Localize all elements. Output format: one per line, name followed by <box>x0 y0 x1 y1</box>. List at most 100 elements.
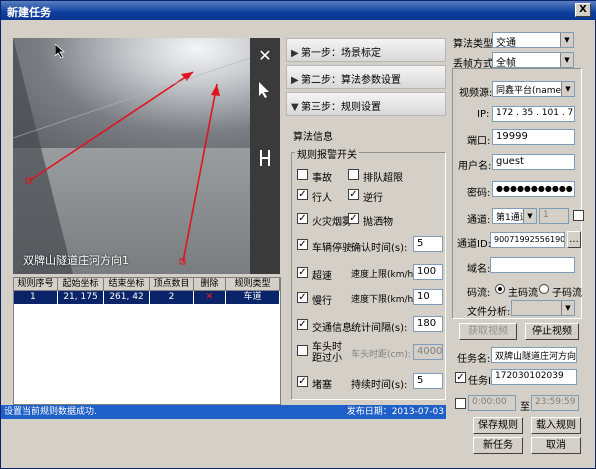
task-id-checkbox[interactable]: ✓ <box>455 372 466 383</box>
stat-interval-input[interactable]: 180 <box>413 316 443 332</box>
col-rule-no[interactable]: 规则序号 <box>14 278 58 290</box>
rule-arrow-head <box>211 84 220 96</box>
save-rule-button[interactable]: 保存规则 <box>473 417 523 434</box>
checkbox-traffic-info[interactable]: ✓ <box>297 319 308 330</box>
task-id-input[interactable]: 172030102039 <box>491 369 577 385</box>
time-range-checkbox[interactable] <box>455 398 466 409</box>
checkbox-stopped-vehicle[interactable]: ✓ <box>297 239 308 250</box>
channel-id-label: 通道ID: <box>457 239 492 250</box>
checkbox-debris[interactable]: ✓ <box>348 213 359 224</box>
password-label: 密码: <box>467 188 491 199</box>
speed-max-input[interactable]: 100 <box>413 264 443 280</box>
col-rule-type[interactable]: 规则类型 <box>226 278 280 290</box>
step-2[interactable]: ▶ 第二步：算法参数设置 <box>286 65 446 89</box>
time-start-input[interactable]: 0:00:00 <box>468 395 516 411</box>
username-input[interactable]: guest <box>492 154 575 170</box>
alarm-group-title: 规则报警开关 <box>295 146 359 161</box>
release-date: 发布日期：2013-07-03 <box>346 407 444 417</box>
step-1-label: 第一步：场景标定 <box>301 48 381 59</box>
select-pointer-icon[interactable] <box>255 80 275 100</box>
collapse-arrow-icon: ▼ <box>291 102 299 113</box>
speed-min-input[interactable]: 10 <box>413 289 443 305</box>
cell-vertex-count: 2 <box>150 291 194 304</box>
col-start[interactable]: 起始坐标 <box>58 278 104 290</box>
load-rule-button[interactable]: 载入规则 <box>531 417 581 434</box>
channel-number-input[interactable]: 1 <box>539 208 569 224</box>
checkbox-headway[interactable] <box>297 345 308 356</box>
checkbox-wrongway[interactable]: ✓ <box>348 189 359 200</box>
password-input[interactable]: ●●●●●●●●●●● <box>492 181 575 197</box>
expand-arrow-icon: ▶ <box>291 48 299 59</box>
label-congestion: 堵塞 <box>312 380 332 391</box>
new-task-button[interactable]: 新任务 <box>473 437 523 454</box>
label-fire-smoke: 火灾烟雾 <box>312 217 352 228</box>
cancel-button[interactable]: 取消 <box>531 437 581 454</box>
delete-row-icon[interactable]: ✕ <box>194 291 226 304</box>
video-preview[interactable]: 双牌山隧道庄河方向1 <box>13 38 250 274</box>
task-name-label: 任务名: <box>457 354 491 365</box>
table-header: 规则序号 起始坐标 结束坐标 顶点数目 删除 规则类型 <box>14 278 280 291</box>
domain-input[interactable] <box>490 257 575 273</box>
label-accident: 事故 <box>312 173 332 184</box>
step-3-label: 第三步：规则设置 <box>301 102 381 113</box>
time-end-input[interactable]: 23:59:59 <box>531 395 579 411</box>
checkbox-queue[interactable] <box>348 169 359 180</box>
dropdown-arrow-icon: ▼ <box>561 301 574 315</box>
browse-button[interactable]: ... <box>567 231 581 248</box>
col-vertex-count[interactable]: 顶点数目 <box>150 278 194 290</box>
channel-checkbox[interactable] <box>573 210 584 221</box>
table-row[interactable]: 1 21, 175 261, 42 2 ✕ 车道 <box>14 291 280 304</box>
checkbox-congestion[interactable]: ✓ <box>297 376 308 387</box>
video-source-select[interactable]: 同鑫平台(name64) ▼ <box>492 81 575 97</box>
checkbox-pedestrian[interactable]: ✓ <box>297 189 308 200</box>
channel-id-input[interactable]: 900719925561908 <box>490 232 565 248</box>
label-speeding: 超速 <box>312 271 332 282</box>
label-speed-max: 速度上限(km/h): <box>351 270 420 280</box>
checkbox-speeding[interactable]: ✓ <box>297 267 308 278</box>
main-stream-label: 主码流 <box>508 288 538 299</box>
close-button[interactable]: X <box>575 3 591 17</box>
channel-select[interactable]: 第1通道 ▼ <box>492 208 537 224</box>
camera-label: 双牌山隧道庄河方向1 <box>23 254 129 267</box>
label-traffic-info: 交通信息 <box>312 323 352 334</box>
delete-icon[interactable]: ✕ <box>255 46 275 66</box>
frame-mode-select[interactable]: 全帧 ▼ <box>492 52 574 68</box>
label-headway-distance: 车头时距(cm): <box>351 350 411 360</box>
step-3[interactable]: ▼ 第三步：规则设置 <box>286 92 446 116</box>
step-1[interactable]: ▶ 第一步：场景标定 <box>286 38 446 62</box>
ip-input[interactable]: 172 . 35 . 101 . 77 <box>492 106 575 122</box>
confirm-time-input[interactable]: 5 <box>413 236 443 252</box>
frame-mode-value: 全帧 <box>496 58 516 68</box>
label-queue: 排队超限 <box>363 173 403 184</box>
dropdown-arrow-icon: ▼ <box>560 53 573 67</box>
algo-info-label: 算法信息 <box>293 132 333 143</box>
algo-type-value: 交通 <box>496 38 516 48</box>
draw-toolstrip: ✕ <box>250 38 280 274</box>
port-input[interactable]: 19999 <box>492 129 575 145</box>
dropdown-arrow-icon: ▼ <box>560 33 573 47</box>
window-title: 新建任务 <box>1 1 596 20</box>
task-name-input[interactable]: 双牌山隧道庄河方向1 <box>491 347 577 363</box>
rule-line-1 <box>28 71 194 182</box>
duration-input[interactable]: 5 <box>413 373 443 389</box>
file-analysis-label: 文件分析: <box>467 307 511 318</box>
label-confirm-time: 确认时间(s): <box>351 243 408 254</box>
label-duration: 持续时间(s): <box>351 380 408 391</box>
stop-video-button[interactable]: 停止视频 <box>525 323 579 340</box>
get-video-button[interactable]: 获取视频 <box>459 323 517 340</box>
checkbox-slow[interactable]: ✓ <box>297 292 308 303</box>
checkbox-fire-smoke[interactable]: ✓ <box>297 213 308 224</box>
radio-main-stream[interactable] <box>495 284 505 294</box>
cell-rule-type: 车道 <box>226 291 280 304</box>
rule-table: 规则序号 起始坐标 结束坐标 顶点数目 删除 规则类型 1 21, 175 26… <box>13 277 281 405</box>
checkbox-accident[interactable] <box>297 169 308 180</box>
port-label: 端口: <box>467 136 491 147</box>
headway-distance-input[interactable]: 4000 <box>413 344 443 360</box>
col-end[interactable]: 结束坐标 <box>104 278 150 290</box>
radio-sub-stream[interactable] <box>539 284 549 294</box>
file-analysis-select[interactable]: ▼ <box>511 300 575 316</box>
lane-tool-icon[interactable] <box>255 148 275 168</box>
col-delete[interactable]: 删除 <box>194 278 226 290</box>
algo-type-select[interactable]: 交通 ▼ <box>492 32 574 48</box>
label-wrongway: 逆行 <box>363 193 383 204</box>
